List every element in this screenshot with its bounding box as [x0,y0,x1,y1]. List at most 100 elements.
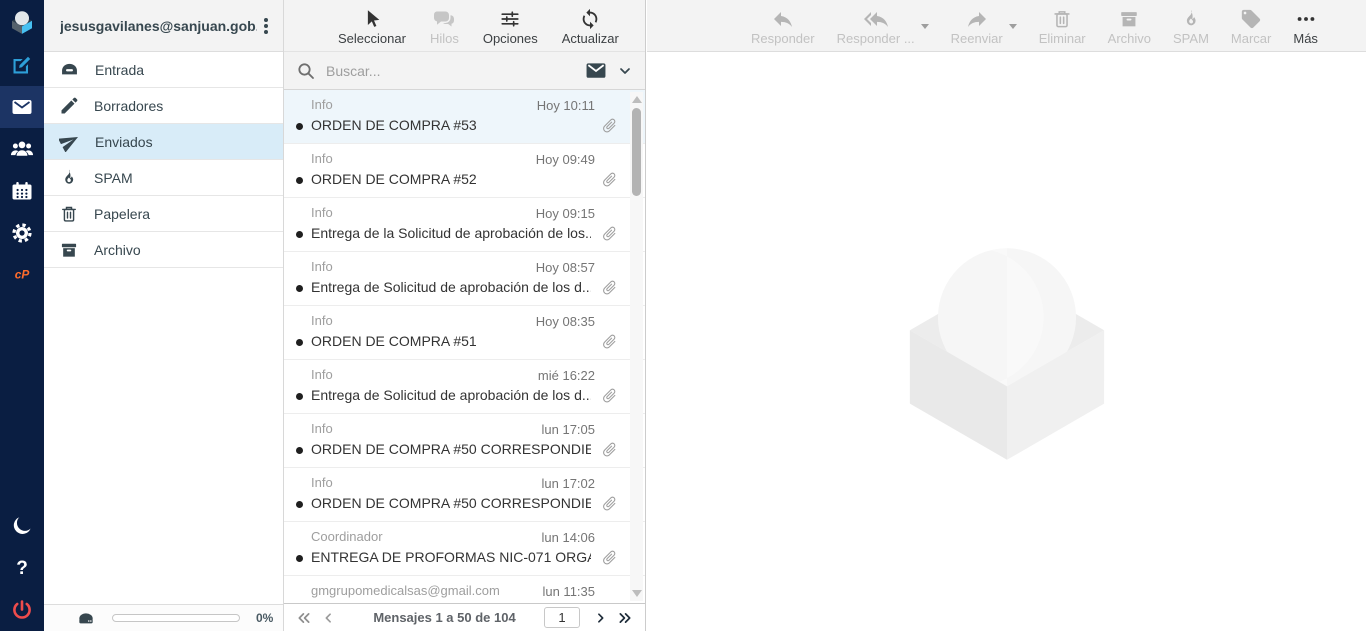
chevron-down-icon[interactable] [617,63,633,79]
more-button-label: Más [1293,31,1318,46]
rail-mail-button[interactable] [0,86,44,128]
watermark-logo-icon [899,231,1115,463]
last-page-button[interactable] [617,611,633,625]
reply-all-button[interactable]: Responder ... [837,7,915,46]
paperclip-icon [597,545,621,569]
options-button[interactable]: Opciones [483,7,538,46]
envelope-icon[interactable] [585,62,607,80]
folder-item-archivo[interactable]: Archivo [44,232,283,268]
rail-compose-button[interactable] [0,44,44,86]
message-subject: ORDEN DE COMPRA #50 CORRESPONDIEN... [311,495,591,511]
select-button[interactable]: Seleccionar [338,7,406,46]
rail-contacts-button[interactable] [0,128,44,170]
message-date: lun 17:02 [542,476,596,491]
cursor-icon [361,8,383,30]
folders-panel: jesusgavilanes@sanjuan.gob.... Entrada B… [44,0,284,631]
account-header[interactable]: jesusgavilanes@sanjuan.gob.... [44,0,283,52]
options-button-label: Opciones [483,31,538,46]
message-row[interactable]: Info Hoy 09:15 Entrega de la Solicitud d… [284,198,645,252]
mark-button[interactable]: Marcar [1231,7,1271,46]
message-row[interactable]: Info Hoy 08:57 Entrega de Solicitud de a… [284,252,645,306]
message-row[interactable]: Info Hoy 08:35 ORDEN DE COMPRA #51 [284,306,645,360]
more-button[interactable]: Más [1293,7,1318,46]
quota-percent: 0% [256,611,273,625]
archive-button[interactable]: Archivo [1108,7,1151,46]
kebab-vertical-icon[interactable] [257,16,275,36]
account-email: jesusgavilanes@sanjuan.gob.... [60,18,257,34]
message-date: Hoy 08:57 [536,260,595,275]
message-row[interactable]: Info lun 17:02 ORDEN DE COMPRA #50 CORRE… [284,468,645,522]
message-list-panel: Seleccionar Hilos Opciones [284,0,646,631]
delete-button-label: Eliminar [1039,31,1086,46]
search-input[interactable] [326,63,575,79]
paperclip-icon [597,491,621,515]
threads-button-label: Hilos [430,31,459,46]
message-date: Hoy 09:49 [536,152,595,167]
reply-all-dropdown-caret-icon[interactable] [921,24,929,29]
message-row[interactable]: gmgrupomedicalsas@gmail.com lun 11:35 [284,576,645,603]
trash-icon [1051,8,1073,30]
threads-button[interactable]: Hilos [430,7,459,46]
rail-dark-mode-button[interactable] [0,505,44,547]
scrollbar-down-arrow-icon[interactable] [632,590,642,597]
delete-button[interactable]: Eliminar [1039,7,1086,46]
message-list: Info Hoy 10:11 ORDEN DE COMPRA #53 Info … [284,90,645,603]
tag-icon [1240,8,1262,30]
message-row[interactable]: Info Hoy 09:49 ORDEN DE COMPRA #52 [284,144,645,198]
paper-plane-icon [59,131,80,152]
paperclip-icon [597,383,621,407]
paperclip-icon [597,113,621,137]
page-number-input[interactable] [544,607,580,628]
message-row[interactable]: Info mié 16:22 Entrega de Solicitud de a… [284,360,645,414]
folder-item-borradores[interactable]: Borradores [44,88,283,124]
question-icon: ? [10,556,34,580]
select-button-label: Seleccionar [338,31,406,46]
rail-logout-button[interactable] [0,589,44,631]
message-sender: Info [311,259,541,274]
message-subject: ORDEN DE COMPRA #51 [311,333,591,349]
calendar-icon [10,179,34,203]
folder-item-enviados[interactable]: Enviados [44,124,283,160]
message-sender: Info [311,97,541,112]
compose-icon [10,53,34,77]
spam-button[interactable]: SPAM [1173,7,1209,46]
message-row[interactable]: Info lun 17:05 ORDEN DE COMPRA #50 CORRE… [284,414,645,468]
scrollbar-thumb[interactable] [632,108,641,196]
rail-calendar-button[interactable] [0,170,44,212]
list-scrollbar[interactable] [630,92,643,601]
refresh-button[interactable]: Actualizar [562,7,619,46]
message-subject: ORDEN DE COMPRA #52 [311,171,591,187]
double-chevron-right-icon [617,611,633,625]
first-page-button[interactable] [296,611,312,625]
folder-item-papelera[interactable]: Papelera [44,196,283,232]
folder-label: Borradores [94,98,163,114]
message-sender: Info [311,205,541,220]
forward-button[interactable]: Reenviar [951,7,1003,46]
reply-button[interactable]: Responder [751,7,815,46]
reply-all-icon [863,7,889,31]
rail-cpanel-button[interactable]: cP [0,254,44,296]
pagination-summary: Mensajes 1 a 50 de 104 [345,610,544,625]
prev-page-button[interactable] [322,611,335,625]
message-row[interactable]: Coordinador lun 14:06 ENTREGA DE PROFORM… [284,522,645,576]
unread-dot [296,123,303,130]
folder-item-entrada[interactable]: Entrada [44,52,283,88]
message-row[interactable]: Info Hoy 10:11 ORDEN DE COMPRA #53 [284,90,645,144]
message-subject: Entrega de Solicitud de aprobación de lo… [311,279,591,295]
folder-item-spam[interactable]: SPAM [44,160,283,196]
rail-settings-button[interactable] [0,212,44,254]
app-logo[interactable] [0,0,44,44]
message-sender: Info [311,313,541,328]
next-page-button[interactable] [594,611,607,625]
message-date: lun 11:35 [542,584,595,599]
unread-dot [296,339,303,346]
scrollbar-up-arrow-icon[interactable] [632,96,642,103]
paperclip-icon [597,437,621,461]
forward-dropdown-caret-icon[interactable] [1009,24,1017,29]
folder-label: Entrada [95,62,144,78]
mail-icon [10,95,34,119]
reading-pane: Responder Responder ... Reenviar [647,0,1366,631]
storage-icon [76,608,96,628]
snappymail-logo-icon [7,7,37,37]
rail-help-button[interactable]: ? [0,547,44,589]
